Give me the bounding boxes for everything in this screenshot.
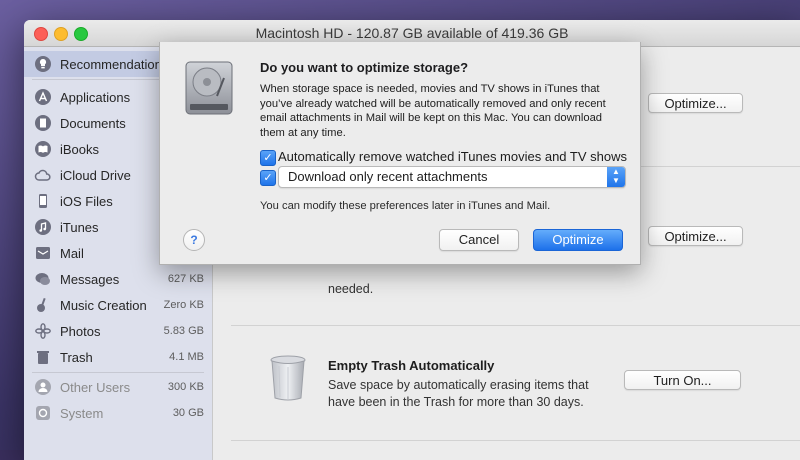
sidebar-item-size: 5.83 GB xyxy=(163,325,204,337)
sidebar-item-system[interactable]: System 30 GB xyxy=(24,400,212,426)
attachments-dropdown[interactable]: Download only recent attachments ▲ ▼ xyxy=(278,166,626,188)
optimize-itunes-button[interactable]: Optimize... xyxy=(648,226,743,246)
mail-icon xyxy=(34,244,52,262)
cancel-button[interactable]: Cancel xyxy=(439,229,519,251)
sidebar-item-label: System xyxy=(60,405,104,421)
trash-icon xyxy=(34,348,52,366)
documents-icon xyxy=(34,114,52,132)
sidebar-item-photos[interactable]: Photos 5.83 GB xyxy=(24,318,212,344)
applications-icon xyxy=(34,88,52,106)
cloud-icon xyxy=(34,166,52,184)
music-note-icon xyxy=(34,218,52,236)
dialog-message: When storage space is needed, movies and… xyxy=(260,83,606,139)
users-icon xyxy=(34,378,52,396)
sidebar-item-label: Messages xyxy=(60,271,120,287)
itunes-remove-checkbox[interactable]: ✓ xyxy=(260,150,276,166)
sidebar-item-size: 627 KB xyxy=(167,273,204,285)
sidebar-item-messages[interactable]: Messages 627 KB xyxy=(24,266,212,292)
sidebar-item-size: 300 KB xyxy=(167,381,204,393)
sidebar-item-music-creation[interactable]: Music Creation Zero KB xyxy=(24,292,212,318)
messages-icon xyxy=(34,270,52,288)
lightbulb-icon xyxy=(34,55,52,73)
row-separator xyxy=(231,325,800,326)
optimize-storage-button[interactable]: Optimize... xyxy=(648,93,743,113)
sidebar-item-label: Photos xyxy=(60,323,101,339)
sidebar-item-label: Other Users xyxy=(60,379,131,395)
guitar-icon xyxy=(34,296,52,314)
trash-can-icon xyxy=(269,354,307,402)
sidebar-item-label: Music Creation xyxy=(60,297,147,313)
sidebar-item-size: 4.1 MB xyxy=(169,351,204,363)
sidebar-item-size: 30 GB xyxy=(172,407,204,419)
mail-attachments-checkbox[interactable]: ✓ xyxy=(260,170,276,186)
feature-description-partial: needed. xyxy=(328,282,374,296)
sidebar-separator xyxy=(32,372,204,373)
empty-trash-description: Save space by automatically erasing item… xyxy=(328,378,589,409)
help-button[interactable]: ? xyxy=(183,229,205,251)
hard-drive-icon xyxy=(184,60,234,116)
attachments-dropdown-value: Download only recent attachments xyxy=(288,169,488,184)
sidebar-item-trash[interactable]: Trash 4.1 MB xyxy=(24,344,212,370)
system-icon xyxy=(34,404,52,422)
sidebar-item-size: Zero KB xyxy=(163,299,204,311)
sidebar-item-other-users[interactable]: Other Users 300 KB xyxy=(24,374,212,400)
itunes-remove-checkbox-label: Automatically remove watched iTunes movi… xyxy=(278,149,627,164)
optimize-storage-dialog: Do you want to optimize storage? When st… xyxy=(159,42,641,265)
dialog-title: Do you want to optimize storage? xyxy=(260,60,469,75)
chevron-updown-icon: ▲ ▼ xyxy=(607,167,625,187)
dialog-note: You can modify these preferences later i… xyxy=(260,200,551,212)
optimize-button[interactable]: Optimize xyxy=(533,229,623,251)
phone-icon xyxy=(34,192,52,210)
ibooks-icon xyxy=(34,140,52,158)
sidebar-item-label: Trash xyxy=(60,349,93,365)
window-title: Macintosh HD - 120.87 GB available of 41… xyxy=(255,25,569,41)
row-separator xyxy=(231,440,800,441)
photos-icon xyxy=(34,322,52,340)
turn-on-empty-trash-button[interactable]: Turn On... xyxy=(624,370,741,390)
empty-trash-title: Empty Trash Automatically xyxy=(328,358,495,373)
